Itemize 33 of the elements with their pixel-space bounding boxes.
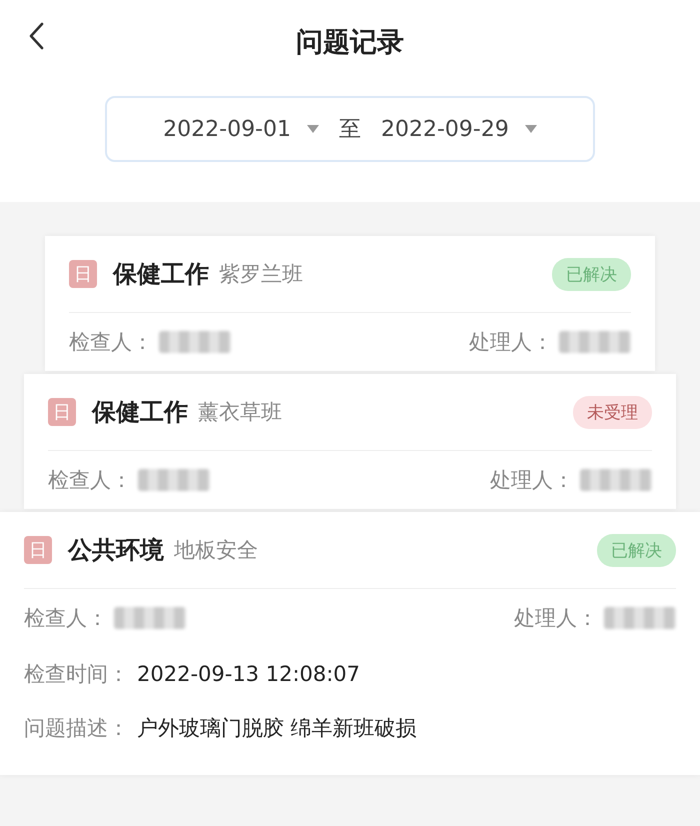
daily-badge: 日 <box>24 536 52 564</box>
record-card[interactable]: 日 保健工作 紫罗兰班 已解决 检查人： 处理人： <box>45 236 655 371</box>
inspector-label: 检查人： <box>24 605 108 632</box>
range-separator: 至 <box>339 116 361 144</box>
status-tag: 未受理 <box>573 396 652 428</box>
record-subtitle: 地板安全 <box>174 537 259 564</box>
record-subtitle: 薰衣草班 <box>198 399 283 426</box>
record-card[interactable]: 日 公共环境 地板安全 已解决 检查人： 处理人： 检查时间： 2022-09-13 12:08:07 问题描述： 户外玻璃门脱胶 绵羊新班破损 <box>0 512 700 775</box>
handler-label: 处理人： <box>469 329 553 356</box>
detail-label: 问题描述： <box>24 715 129 742</box>
status-tag: 已解决 <box>597 534 676 566</box>
detail-value: 户外玻璃门脱胶 绵羊新班破损 <box>137 715 417 742</box>
daily-badge: 日 <box>48 398 76 426</box>
record-card[interactable]: 日 保健工作 薰衣草班 未受理 检查人： 处理人： <box>24 374 676 509</box>
start-date: 2022-09-01 <box>163 116 291 142</box>
handler-label: 处理人： <box>514 605 598 632</box>
detail-value: 2022-09-13 12:08:07 <box>137 662 360 686</box>
dropdown-icon <box>524 125 537 133</box>
record-title: 保健工作 <box>113 259 209 290</box>
date-range-picker[interactable]: 2022-09-01 至 2022-09-29 <box>105 96 595 162</box>
status-tag: 已解决 <box>552 258 631 290</box>
record-title: 公共环境 <box>68 535 164 566</box>
dropdown-icon <box>307 125 319 133</box>
handler-label: 处理人： <box>490 467 574 494</box>
record-subtitle: 紫罗兰班 <box>219 261 304 288</box>
record-title: 保健工作 <box>92 397 188 428</box>
daily-badge: 日 <box>69 260 97 288</box>
page-title: 问题记录 <box>296 26 404 60</box>
end-date: 2022-09-29 <box>381 116 509 142</box>
back-icon[interactable] <box>28 22 44 50</box>
detail-label: 检查时间： <box>24 661 129 688</box>
inspector-label: 检查人： <box>48 467 132 494</box>
inspector-label: 检查人： <box>69 329 153 356</box>
